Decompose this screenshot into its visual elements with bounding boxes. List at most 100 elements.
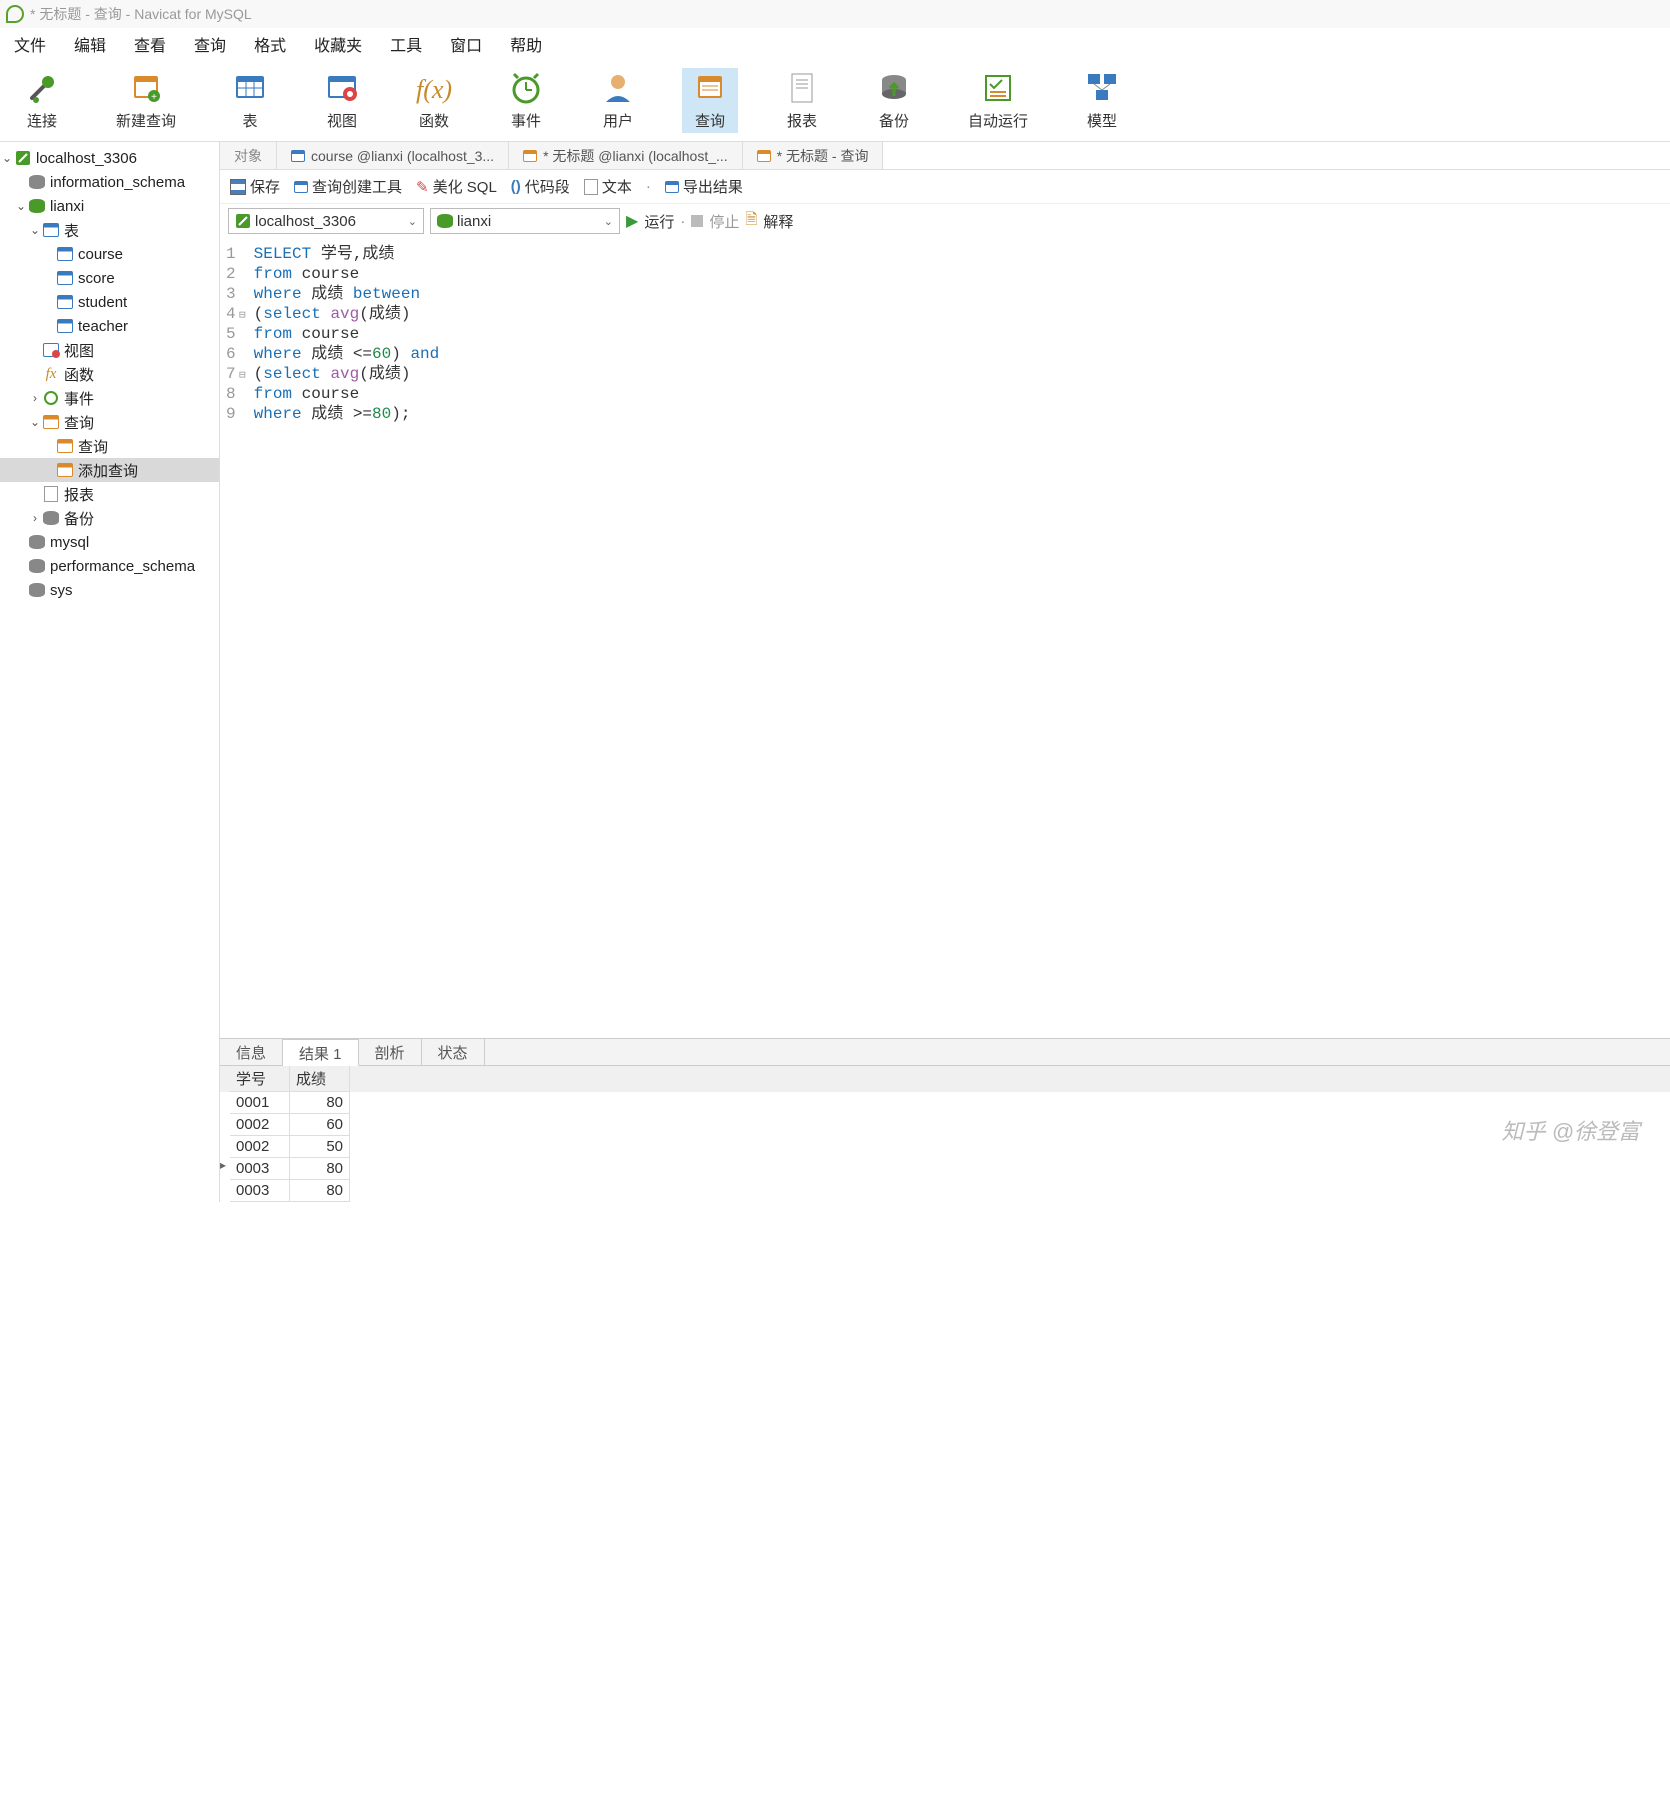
table-row[interactable]: 000260 xyxy=(220,1114,1670,1136)
toolbar-report-button[interactable]: 报表 xyxy=(774,68,830,133)
toolbar-connect-button[interactable]: 连接 xyxy=(14,68,70,133)
code-line[interactable]: from course xyxy=(254,384,440,404)
doc-tab-tab-untitled-1[interactable]: * 无标题 @lianxi (localhost_... xyxy=(509,142,743,169)
code-area[interactable]: SELECT 学号,成绩from coursewhere 成绩 between(… xyxy=(254,244,440,1038)
menu-4[interactable]: 格式 xyxy=(254,32,286,56)
expand-icon[interactable]: › xyxy=(28,391,42,405)
run-button[interactable]: 运行 xyxy=(644,211,674,232)
table-row[interactable]: 000250 xyxy=(220,1136,1670,1158)
cell[interactable]: 80 xyxy=(290,1092,350,1114)
line-number: 6 xyxy=(226,344,246,364)
menu-6[interactable]: 工具 xyxy=(390,32,422,56)
code-line[interactable]: SELECT 学号,成绩 xyxy=(254,244,440,264)
result-tab-3[interactable]: 状态 xyxy=(422,1039,485,1065)
toolbar-user-button[interactable]: 用户 xyxy=(590,68,646,133)
export-result-button[interactable]: 导出结果 xyxy=(665,176,743,197)
code-line[interactable]: (select avg(成绩) xyxy=(254,364,440,384)
expand-icon[interactable]: ⌄ xyxy=(28,415,42,429)
tree-backups[interactable]: › 备份 xyxy=(0,506,219,530)
run-icon[interactable]: ▶ xyxy=(626,211,638,231)
text-button[interactable]: 文本 xyxy=(584,176,632,197)
menu-0[interactable]: 文件 xyxy=(14,32,46,56)
toolbar-new-query-button[interactable]: +新建查询 xyxy=(106,68,186,133)
tree-table-course[interactable]: course xyxy=(0,242,219,266)
tree-db-mysql[interactable]: mysql xyxy=(0,530,219,554)
cell[interactable]: 0002 xyxy=(230,1136,290,1158)
beautify-sql-button[interactable]: ✎美化 SQL xyxy=(416,176,497,197)
toolbar-event-button[interactable]: 事件 xyxy=(498,68,554,133)
menu-3[interactable]: 查询 xyxy=(194,32,226,56)
tree-queries-folder[interactable]: ⌄ 查询 xyxy=(0,410,219,434)
cell[interactable]: 60 xyxy=(290,1114,350,1136)
code-line[interactable]: from course xyxy=(254,324,440,344)
menu-5[interactable]: 收藏夹 xyxy=(314,32,362,56)
cell[interactable]: 80 xyxy=(290,1180,350,1202)
tree-views[interactable]: 视图 xyxy=(0,338,219,362)
toolbar-backup-button[interactable]: 备份 xyxy=(866,68,922,133)
code-line[interactable]: (select avg(成绩) xyxy=(254,304,440,324)
tree-connection[interactable]: ⌄ localhost_3306 xyxy=(0,146,219,170)
tree-query-item-add[interactable]: 添加查询 xyxy=(0,458,219,482)
explain-button[interactable]: 解释 xyxy=(763,211,793,232)
grid-header: 学号 成绩 xyxy=(220,1066,1670,1092)
cell[interactable]: 0001 xyxy=(230,1092,290,1114)
menu-2[interactable]: 查看 xyxy=(134,32,166,56)
tree-table-score[interactable]: score xyxy=(0,266,219,290)
expand-icon[interactable]: › xyxy=(28,511,42,525)
cell[interactable]: 0002 xyxy=(230,1114,290,1136)
table-row[interactable]: 000380 xyxy=(220,1180,1670,1202)
tree-db-information-schema[interactable]: information_schema xyxy=(0,170,219,194)
sql-editor[interactable]: 1234⊟567⊟89 SELECT 学号,成绩from coursewhere… xyxy=(220,238,1670,1038)
tree-tables-folder[interactable]: ⌄ 表 xyxy=(0,218,219,242)
table-row[interactable]: ▸000380 xyxy=(220,1158,1670,1180)
code-line[interactable]: where 成绩 <=60) and xyxy=(254,344,440,364)
code-line[interactable]: from course xyxy=(254,264,440,284)
result-tab-2[interactable]: 剖析 xyxy=(359,1039,422,1065)
tree-label: teacher xyxy=(78,318,128,335)
database-combo[interactable]: lianxi ⌄ xyxy=(430,208,620,234)
expand-icon[interactable]: ⌄ xyxy=(28,223,42,237)
tree-label: 视图 xyxy=(64,340,94,361)
toolbar-table-button[interactable]: 表 xyxy=(222,68,278,133)
code-snippet-button[interactable]: ()代码段 xyxy=(511,176,570,197)
toolbar-autorun-button[interactable]: 自动运行 xyxy=(958,68,1038,133)
toolbar-function-button[interactable]: f(x)函数 xyxy=(406,68,462,133)
tree-table-student[interactable]: student xyxy=(0,290,219,314)
expand-icon[interactable]: ⌄ xyxy=(14,199,28,213)
menu-7[interactable]: 窗口 xyxy=(450,32,482,56)
col-header[interactable]: 成绩 xyxy=(290,1066,350,1092)
tree-query-item[interactable]: 查询 xyxy=(0,434,219,458)
toolbar-model-button[interactable]: 模型 xyxy=(1074,68,1130,133)
save-button[interactable]: 保存 xyxy=(230,176,280,197)
tree-db-lianxi[interactable]: ⌄ lianxi xyxy=(0,194,219,218)
tree-table-teacher[interactable]: teacher xyxy=(0,314,219,338)
cell[interactable]: 50 xyxy=(290,1136,350,1158)
doc-tab-tab-untitled-2[interactable]: * 无标题 - 查询 xyxy=(743,142,884,169)
tree-functions[interactable]: fx 函数 xyxy=(0,362,219,386)
tree-events[interactable]: › 事件 xyxy=(0,386,219,410)
stop-button[interactable]: 停止 xyxy=(709,211,739,232)
doc-tab-objects[interactable]: 对象 xyxy=(220,142,277,169)
cell[interactable]: 80 xyxy=(290,1158,350,1180)
expand-icon[interactable]: ⌄ xyxy=(0,151,14,165)
connection-combo[interactable]: localhost_3306 ⌄ xyxy=(228,208,424,234)
cell[interactable]: 0003 xyxy=(230,1180,290,1202)
menu-1[interactable]: 编辑 xyxy=(74,32,106,56)
tree-reports[interactable]: 报表 xyxy=(0,482,219,506)
tree-db-sys[interactable]: sys xyxy=(0,578,219,602)
cell[interactable]: 0003 xyxy=(230,1158,290,1180)
query-icon xyxy=(56,437,74,455)
query-builder-button[interactable]: 查询创建工具 xyxy=(294,176,402,197)
toolbar-view-button[interactable]: 视图 xyxy=(314,68,370,133)
doc-tab-tab-course[interactable]: course @lianxi (localhost_3... xyxy=(277,142,509,169)
col-header[interactable]: 学号 xyxy=(230,1066,290,1092)
code-line[interactable]: where 成绩 between xyxy=(254,284,440,304)
result-tab-0[interactable]: 信息 xyxy=(220,1039,283,1065)
row-pointer-icon xyxy=(220,1136,230,1158)
tree-db-performance-schema[interactable]: performance_schema xyxy=(0,554,219,578)
result-tab-1[interactable]: 结果 1 xyxy=(283,1039,359,1066)
menu-8[interactable]: 帮助 xyxy=(510,32,542,56)
table-row[interactable]: 000180 xyxy=(220,1092,1670,1114)
code-line[interactable]: where 成绩 >=80); xyxy=(254,404,440,424)
toolbar-query-button[interactable]: 查询 xyxy=(682,68,738,133)
